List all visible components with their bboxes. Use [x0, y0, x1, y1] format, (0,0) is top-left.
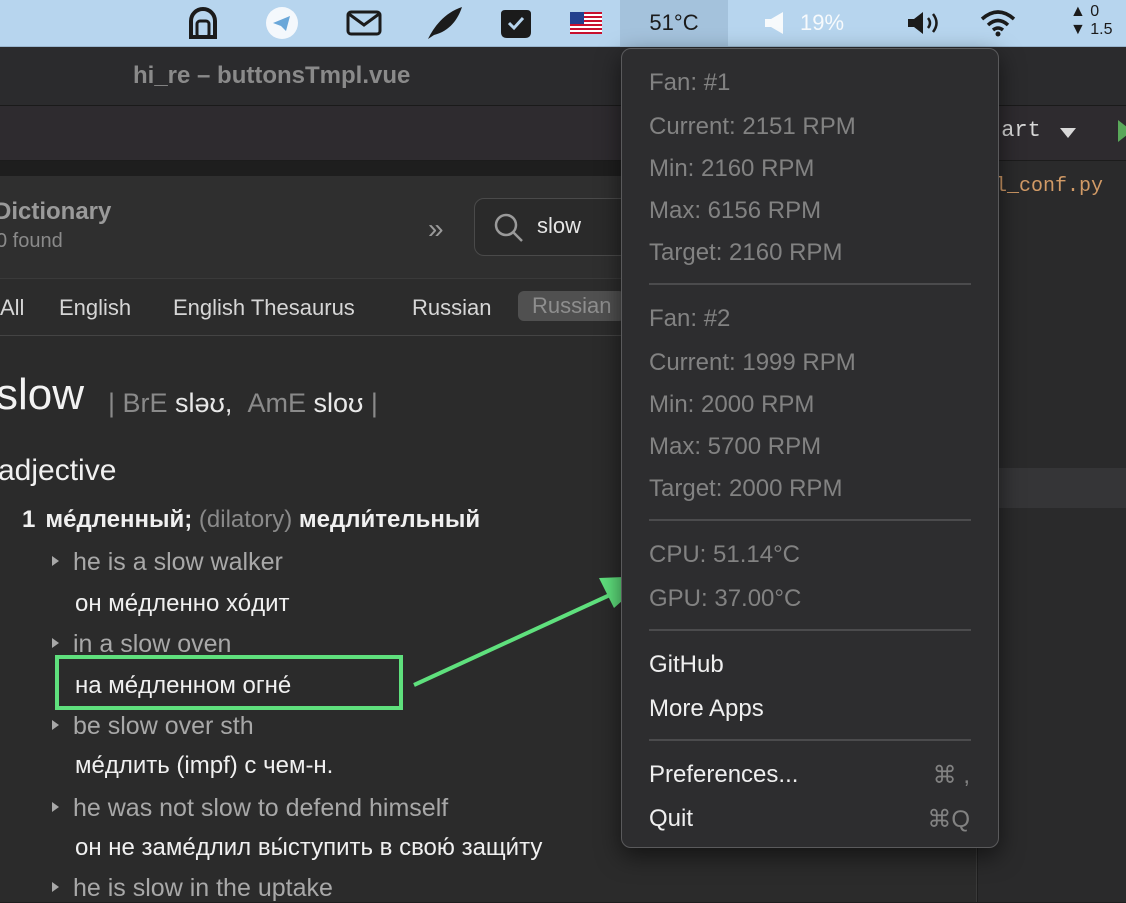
disclosure-triangle-icon[interactable]	[52, 802, 59, 813]
menu-divider	[649, 283, 971, 285]
example-english: be slow over sth	[52, 712, 254, 741]
part-of-speech: adjective	[0, 454, 117, 487]
example-russian: ме́длить (impf) с чем-н.	[75, 752, 334, 779]
disclosure-triangle-icon[interactable]	[52, 882, 59, 893]
telegram-icon[interactable]	[264, 0, 300, 46]
sense-1: 1 ме́дленный; (dilatory) медли́тельный	[22, 506, 480, 534]
example-text: he is slow in the uptake	[73, 874, 333, 902]
ame-label: AmE	[247, 388, 306, 418]
tab-russian-english[interactable]: Russian	[518, 291, 626, 321]
current-line-highlight	[978, 468, 1126, 508]
example-text: he is a slow walker	[73, 548, 283, 576]
menu-divider	[649, 519, 971, 521]
temperature-readout[interactable]: 51°C	[620, 0, 728, 46]
gpu-temperature: GPU: 37.00°C	[649, 585, 802, 612]
fan2-current: Current: 1999 RPM	[649, 349, 856, 376]
fan1-target: Target: 2160 RPM	[649, 239, 843, 266]
wifi-icon[interactable]	[978, 0, 1018, 46]
disclosure-triangle-icon[interactable]	[52, 556, 59, 567]
example-text: in a slow oven	[73, 630, 232, 658]
fan2-target: Target: 2000 RPM	[649, 475, 843, 502]
fan1-max: Max: 6156 RPM	[649, 197, 822, 224]
window-title: hi_re – buttonsTmpl.vue	[133, 62, 411, 89]
menu-divider	[649, 629, 971, 631]
example-english: he is slow in the uptake	[52, 874, 333, 903]
pronunciation: | BrE sləʊ, AmE sloʊ |	[108, 388, 378, 418]
ame-pronunciation: sloʊ	[313, 388, 364, 418]
headphones-app-icon[interactable]	[184, 0, 222, 46]
tab-english[interactable]: English	[59, 295, 131, 321]
fan-control-menu: Fan: #1 Current: 2151 RPM Min: 2160 RPM …	[621, 48, 999, 848]
result-count: 0 found	[0, 230, 63, 252]
example-russian: он не заме́длил вы́ступить в свою́ защи́…	[75, 834, 543, 861]
fan1-min: Min: 2160 RPM	[649, 155, 815, 182]
task-check-icon[interactable]	[498, 0, 534, 46]
menu-divider	[649, 739, 971, 741]
quit-menu-item[interactable]: Quit	[649, 805, 693, 833]
example-english: he is a slow walker	[52, 548, 283, 577]
sense-alt-translation: медли́тельный	[298, 506, 481, 533]
example-text: be slow over sth	[73, 712, 254, 740]
search-value: slow	[537, 213, 582, 238]
file-tab[interactable]: l_conf.py	[995, 175, 1103, 198]
cpu-temperature: CPU: 51.14°C	[649, 541, 800, 568]
search-icon	[493, 212, 525, 249]
menu-bar: 51°C 19% ▲ 0 ▼ 1.5	[0, 0, 1126, 47]
fan1-header: Fan: #1	[649, 69, 731, 96]
us-flag-icon[interactable]	[568, 0, 604, 46]
github-menu-item[interactable]: GitHub	[649, 651, 724, 679]
display-speaker-icon[interactable]	[760, 0, 790, 46]
chevron-down-icon[interactable]	[1060, 128, 1076, 138]
mail-icon[interactable]	[344, 0, 384, 46]
bre-label: BrE	[122, 388, 168, 418]
sense-translation: ме́дленный;	[45, 506, 193, 533]
example-english: he was not slow to defend himself	[52, 794, 448, 823]
disclosure-triangle-icon[interactable]	[52, 638, 59, 649]
tab-all[interactable]: All	[0, 295, 24, 321]
quit-shortcut: ⌘Q	[927, 806, 970, 833]
sense-gloss: (dilatory)	[198, 506, 293, 533]
fan2-min: Min: 2000 RPM	[649, 391, 815, 418]
example-text: he was not slow to defend himself	[73, 794, 449, 822]
run-play-icon[interactable]	[1118, 120, 1126, 142]
disclosure-triangle-icon[interactable]	[52, 720, 59, 731]
editor-pane	[978, 161, 1126, 902]
fan2-max: Max: 5700 RPM	[649, 433, 822, 460]
volume-percent[interactable]: 19%	[792, 0, 852, 46]
tab-english-thesaurus[interactable]: English Thesaurus	[173, 295, 355, 321]
bre-pronunciation: sləʊ,	[175, 388, 233, 418]
double-chevron-right-icon[interactable]: »	[428, 214, 444, 244]
tab-russian[interactable]: Russian	[412, 295, 491, 321]
preferences-menu-item[interactable]: Preferences...	[649, 761, 798, 789]
example-russian: он ме́дленно хо́дит	[75, 590, 290, 617]
more-apps-menu-item[interactable]: More Apps	[649, 695, 764, 723]
sense-number: 1	[22, 506, 36, 533]
preferences-shortcut: ⌘ ,	[932, 762, 970, 789]
fan1-current: Current: 2151 RPM	[649, 113, 856, 140]
upload-stat: ▲ 0	[1070, 3, 1100, 20]
feather-icon[interactable]	[422, 0, 466, 46]
headword: slow	[0, 370, 85, 419]
highlight-box	[55, 655, 403, 710]
download-stat: ▼ 1.5	[1070, 21, 1113, 38]
volume-icon[interactable]	[904, 0, 946, 46]
fan2-header: Fan: #2	[649, 305, 731, 332]
dictionary-title: Dictionary	[0, 198, 112, 225]
network-stats[interactable]: ▲ 0 ▼ 1.5	[1070, 3, 1113, 39]
